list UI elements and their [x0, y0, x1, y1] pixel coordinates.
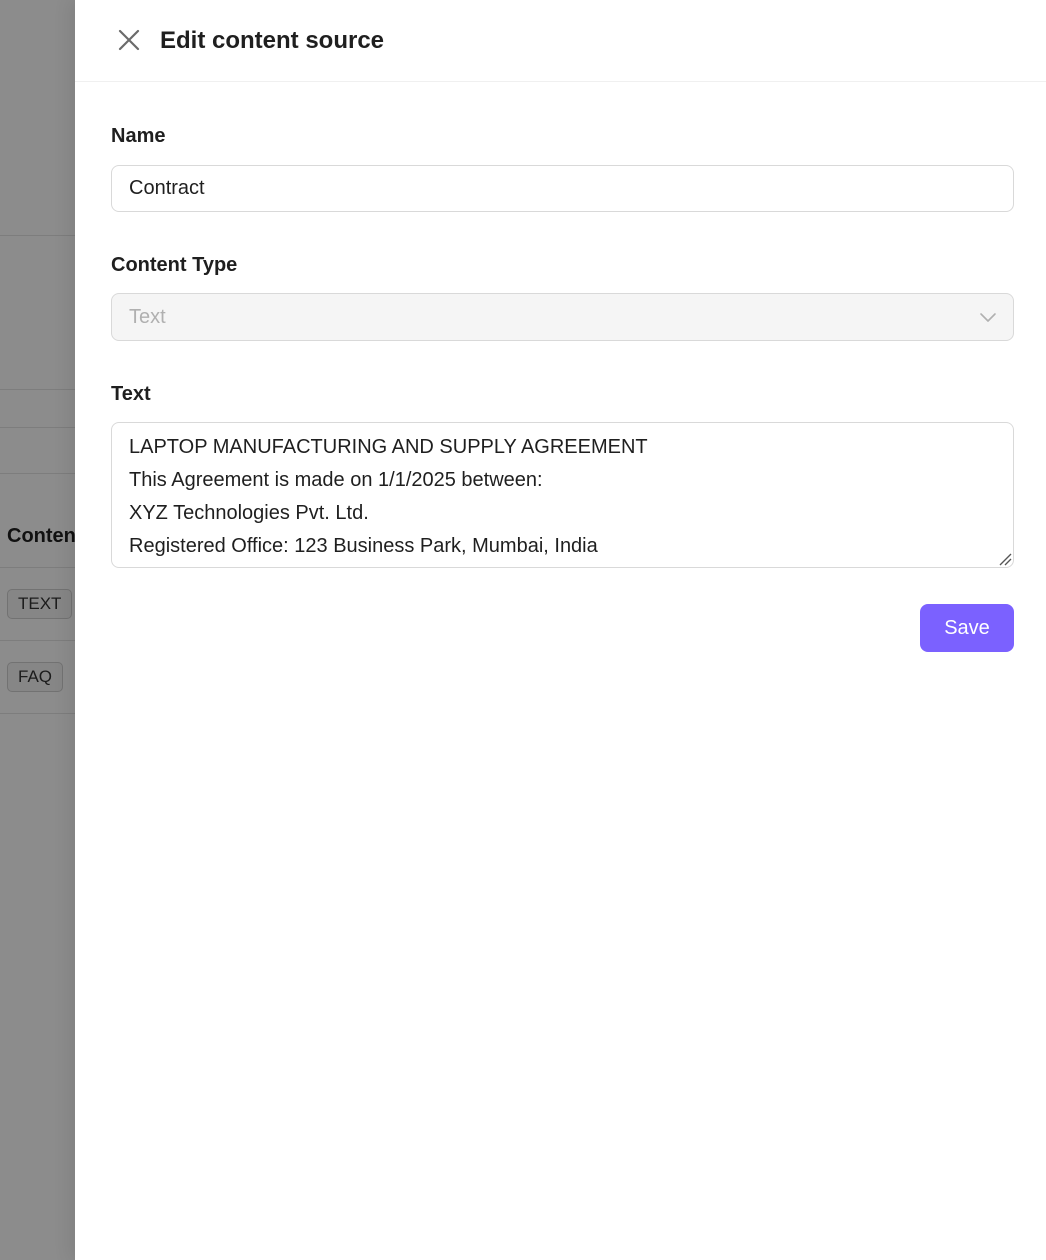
close-icon — [118, 29, 140, 51]
chevron-down-icon — [980, 313, 996, 322]
text-area-wrapper — [111, 422, 1014, 568]
text-textarea[interactable] — [111, 422, 1014, 568]
drawer-header: Edit content source — [75, 0, 1046, 82]
resize-handle-icon[interactable] — [998, 552, 1012, 566]
content-type-label: Content Type — [111, 254, 238, 276]
save-button[interactable]: Save — [920, 604, 1014, 652]
text-label: Text — [111, 383, 151, 405]
name-label: Name — [111, 125, 166, 147]
edit-content-source-drawer: Edit content source Name Content Type Te… — [75, 0, 1046, 1260]
name-input[interactable] — [111, 165, 1014, 212]
content-type-select[interactable]: Text — [111, 293, 1014, 341]
drawer-title: Edit content source — [160, 27, 385, 54]
close-button[interactable] — [115, 24, 143, 56]
content-type-selected-value: Text — [129, 306, 166, 328]
viewport: Conten TEXT FAQ Edit content source Name… — [0, 0, 1046, 1260]
